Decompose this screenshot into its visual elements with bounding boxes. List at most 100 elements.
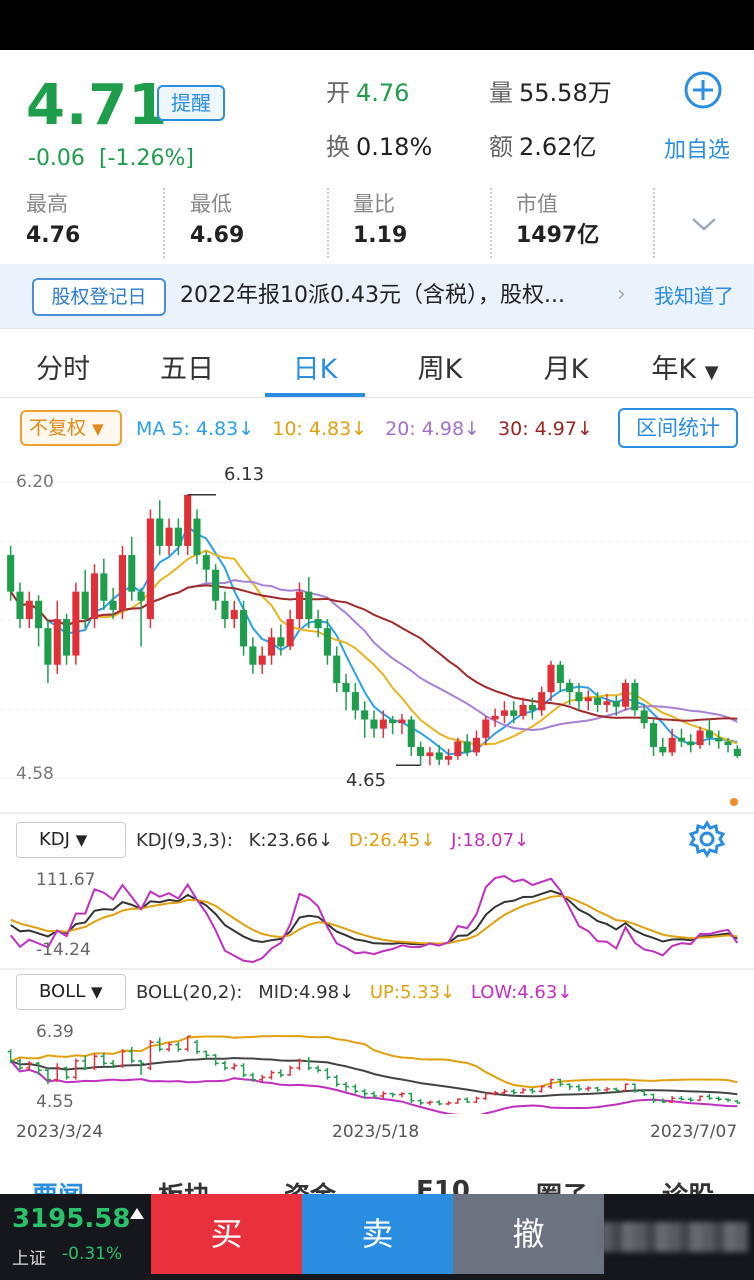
candle-body	[295, 591, 304, 620]
candle	[333, 646, 341, 693]
candle	[25, 591, 33, 629]
cancel-order-button[interactable]: 撤	[453, 1194, 604, 1274]
boll-bar	[566, 1083, 573, 1090]
candle	[659, 737, 667, 757]
ma-legend: MA 5: 4.83↓ 10: 4.83↓ 20: 4.98↓ 30: 4.97…	[136, 416, 605, 442]
candle-body	[25, 600, 33, 620]
boll-bar	[333, 1074, 340, 1087]
candle-body	[724, 741, 732, 746]
tab-diagnosis[interactable]: 诊股	[662, 1176, 714, 1194]
boll-bar	[520, 1088, 527, 1094]
boll-bar	[203, 1050, 210, 1059]
candle-body	[472, 737, 481, 753]
candle	[649, 719, 658, 757]
candle-body	[63, 619, 71, 656]
candle-body	[323, 628, 331, 656]
tab-community[interactable]: 圈子	[536, 1176, 588, 1194]
chevron-down-icon[interactable]	[690, 214, 718, 234]
candle-body	[398, 719, 406, 724]
divider	[653, 188, 655, 258]
candle-body	[342, 682, 350, 693]
candle	[146, 509, 154, 629]
tab-daily-k[interactable]: 日K	[260, 347, 370, 386]
candle	[128, 536, 136, 601]
ma10-value: 10: 4.83↓	[272, 418, 368, 440]
boll-bar	[529, 1088, 536, 1094]
candle-body	[267, 637, 276, 656]
range-stats-button[interactable]: 区间统计	[618, 408, 738, 448]
candle-body	[286, 619, 294, 647]
tab-sectors[interactable]: 板块	[158, 1176, 210, 1194]
tab-five-day[interactable]: 五日	[132, 347, 242, 386]
candle-body	[631, 682, 639, 711]
tab-funds[interactable]: 资金	[284, 1176, 336, 1194]
candle-body	[305, 591, 313, 620]
change-value: -0.06	[28, 146, 85, 171]
index-value[interactable]: 3195.58	[12, 1204, 130, 1234]
kdj-select[interactable]: KDJ ▼	[16, 822, 126, 858]
candle	[696, 726, 704, 749]
kdj-chart[interactable]	[0, 866, 754, 966]
boll-bar	[193, 1039, 200, 1054]
price-alert-button[interactable]: 提醒	[157, 85, 225, 121]
high-annotation: 6.13	[224, 464, 265, 485]
notice-tag[interactable]: 股权登记日	[32, 278, 166, 316]
boll-bar	[687, 1097, 694, 1103]
buy-button[interactable]: 买	[151, 1194, 302, 1274]
candle	[63, 613, 71, 665]
candle-body	[128, 555, 136, 592]
candle-body	[538, 692, 546, 711]
dismiss-notice-button[interactable]: 我知道了	[654, 282, 734, 310]
sell-button[interactable]: 卖	[302, 1194, 453, 1274]
candle	[687, 734, 695, 753]
candle-body	[603, 701, 611, 705]
boll-bar	[147, 1039, 154, 1071]
tab-weekly-k[interactable]: 周K	[385, 347, 495, 386]
up-value: UP:5.33↓	[369, 982, 456, 1003]
candle-body	[351, 692, 359, 711]
tab-monthly-k[interactable]: 月K	[511, 347, 621, 386]
tab-yearly-k[interactable]: 年K ▼	[630, 347, 740, 386]
divider	[163, 188, 165, 258]
candle	[510, 701, 518, 724]
boll-select[interactable]: BOLL ▼	[16, 974, 126, 1010]
candle-body	[230, 609, 238, 620]
tab-f10[interactable]: F10	[416, 1176, 470, 1194]
candle	[407, 715, 415, 757]
expand-up-icon[interactable]	[130, 1208, 144, 1219]
candle-body	[705, 730, 713, 738]
tab-news[interactable]: 要闻	[32, 1176, 84, 1194]
ma5-value: MA 5: 4.83↓	[136, 418, 255, 440]
candle	[72, 582, 80, 665]
candlestick-chart[interactable]	[0, 460, 754, 806]
boll-bar	[268, 1070, 275, 1080]
boll-bar	[408, 1092, 415, 1103]
j-line	[9, 875, 739, 964]
candle	[668, 728, 676, 757]
divider	[327, 188, 329, 258]
candle-body	[612, 701, 620, 707]
candle	[584, 690, 592, 711]
notice-text[interactable]: 2022年报10派0.43元（含税），股权...	[180, 280, 610, 312]
add-watchlist-label[interactable]: 加自选	[664, 132, 730, 164]
tab-intraday[interactable]: 分时	[8, 347, 118, 386]
boll-bar	[426, 1100, 433, 1106]
boll-bar	[305, 1057, 312, 1071]
boll-chart[interactable]	[0, 1014, 754, 1114]
boll-bar	[380, 1091, 387, 1099]
candle-body	[389, 719, 397, 724]
add-watchlist-icon[interactable]	[683, 70, 723, 110]
candle	[631, 679, 639, 716]
candle-body	[733, 748, 741, 757]
settings-gear-icon[interactable]	[688, 820, 726, 858]
boll-bar	[464, 1097, 471, 1103]
candle	[538, 686, 546, 716]
boll-bar	[585, 1086, 592, 1092]
boll-bar	[175, 1042, 182, 1052]
candle	[286, 609, 294, 651]
candle-body	[379, 719, 387, 729]
candle-body	[165, 527, 173, 546]
candle-body	[677, 737, 685, 742]
adjust-select[interactable]: 不复权 ▼	[20, 410, 122, 446]
candle-body	[500, 710, 508, 716]
